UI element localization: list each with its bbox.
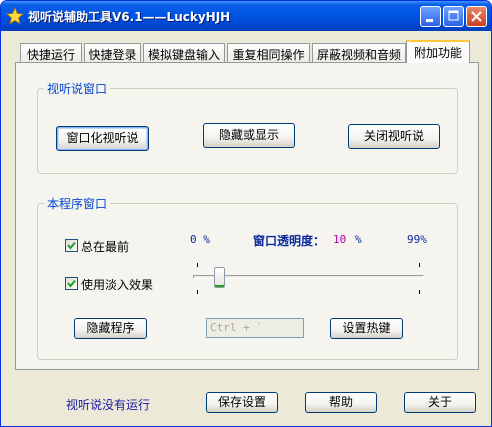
save-settings-button[interactable]: 保存设置 bbox=[206, 392, 278, 413]
maximize-icon bbox=[448, 10, 459, 21]
toggle-visibility-button[interactable]: 隐藏或显示 bbox=[203, 123, 295, 148]
slider-tick-end bbox=[419, 263, 420, 267]
tab-extras[interactable]: 附加功能 bbox=[406, 40, 470, 63]
maximize-button[interactable] bbox=[443, 6, 464, 27]
opacity-max-label: 99% bbox=[407, 233, 427, 246]
hide-program-button[interactable]: 隐藏程序 bbox=[74, 318, 147, 339]
minimize-icon bbox=[426, 19, 433, 22]
help-button[interactable]: 帮助 bbox=[305, 392, 377, 413]
always-on-top-label: 总在最前 bbox=[81, 240, 130, 254]
slider-tick-start-bottom bbox=[197, 290, 198, 294]
tab-quick-run[interactable]: 快捷运行 bbox=[20, 43, 82, 62]
slider-tick-end-bottom bbox=[419, 290, 420, 294]
tab-block-media[interactable]: 屏蔽视频和音频 bbox=[312, 43, 406, 62]
hotkey-field[interactable]: Ctrl + ` bbox=[206, 318, 304, 338]
fade-effect-checkbox[interactable] bbox=[65, 277, 78, 290]
tab-keyboard-sim[interactable]: 模拟键盘输入 bbox=[143, 43, 225, 62]
close-icon bbox=[471, 11, 482, 22]
minimize-button[interactable] bbox=[420, 6, 441, 27]
close-button[interactable] bbox=[466, 6, 487, 27]
checkmark-icon bbox=[67, 241, 76, 250]
opacity-min-label: 0 % bbox=[190, 233, 210, 246]
group-program: 本程序窗口 总在最前 0 % 窗口透明度： 10 % 99% 使用淡入效果 隐藏… bbox=[37, 195, 458, 360]
tab-repeat-ops[interactable]: 重复相同操作 bbox=[227, 43, 310, 62]
opacity-slider-thumb[interactable] bbox=[214, 267, 225, 288]
set-hotkey-button[interactable]: 设置热键 bbox=[330, 318, 403, 339]
app-window: 视听说辅助工具V6.1——LuckyHJH 快捷运行 快捷登录 模拟键盘输入 重… bbox=[0, 0, 492, 427]
fade-effect-label: 使用淡入效果 bbox=[81, 278, 154, 292]
slider-tick-start bbox=[197, 263, 198, 267]
checkmark-icon bbox=[67, 279, 76, 288]
title-bar[interactable]: 视听说辅助工具V6.1——LuckyHJH bbox=[1, 1, 491, 31]
tab-panel-extras: 视听说窗口 窗口化视听说 隐藏或显示 关闭视听说 本程序窗口 总在最前 0 % … bbox=[15, 62, 479, 370]
close-app-button[interactable]: 关闭视听说 bbox=[348, 124, 440, 149]
about-button[interactable]: 关于 bbox=[404, 392, 476, 413]
window-title: 视听说辅助工具V6.1——LuckyHJH bbox=[28, 10, 231, 24]
group-window-title: 视听说窗口 bbox=[44, 80, 111, 97]
tab-quick-login[interactable]: 快捷登录 bbox=[84, 43, 141, 62]
always-on-top-checkbox[interactable] bbox=[65, 239, 78, 252]
opacity-value: 10 bbox=[333, 233, 347, 246]
star-icon bbox=[6, 7, 24, 25]
group-window: 视听说窗口 窗口化视听说 隐藏或显示 关闭视听说 bbox=[37, 80, 458, 174]
windowed-button[interactable]: 窗口化视听说 bbox=[56, 126, 149, 151]
status-text: 视听说没有运行 bbox=[66, 398, 151, 412]
tab-strip: 快捷运行 快捷登录 模拟键盘输入 重复相同操作 屏蔽视频和音频 附加功能 bbox=[1, 31, 491, 63]
group-program-title: 本程序窗口 bbox=[44, 195, 111, 212]
opacity-slider-track[interactable] bbox=[193, 275, 424, 279]
opacity-unit: % bbox=[355, 233, 362, 246]
opacity-caption: 窗口透明度： bbox=[253, 234, 326, 248]
